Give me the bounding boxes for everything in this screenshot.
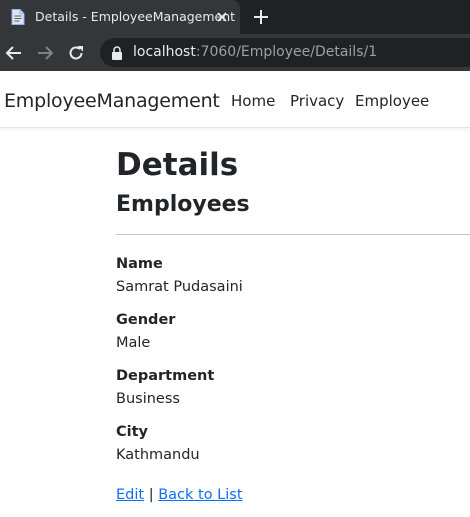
nav-link-employee[interactable]: Employee bbox=[355, 92, 429, 110]
nav-link-home[interactable]: Home bbox=[231, 92, 275, 110]
field-label-gender: Gender bbox=[116, 312, 176, 328]
new-tab-plus-icon[interactable] bbox=[252, 8, 270, 26]
browser-tab[interactable]: Details - EmployeeManagement bbox=[0, 0, 240, 34]
brand-link[interactable]: EmployeeManagement bbox=[4, 90, 220, 112]
field-value-name: Samrat Pudasaini bbox=[116, 279, 243, 295]
forward-arrow-icon[interactable] bbox=[35, 43, 55, 63]
url-text[interactable]: localhost:7060/Employee/Details/1 bbox=[133, 44, 377, 60]
lock-icon[interactable] bbox=[111, 46, 123, 60]
reload-icon[interactable] bbox=[66, 43, 86, 63]
nav-link-privacy[interactable]: Privacy bbox=[290, 92, 344, 110]
document-icon bbox=[11, 9, 25, 25]
field-value-department: Business bbox=[116, 391, 180, 407]
browser-toolbar: localhost:7060/Employee/Details/1 bbox=[0, 34, 470, 71]
edit-link[interactable]: Edit bbox=[116, 487, 144, 503]
field-label-city: City bbox=[116, 424, 148, 440]
field-label-name: Name bbox=[116, 256, 163, 272]
browser-tab-strip: Details - EmployeeManagement bbox=[0, 0, 470, 34]
close-icon[interactable] bbox=[214, 9, 230, 25]
field-label-department: Department bbox=[116, 368, 215, 384]
action-links: Edit | Back to List bbox=[116, 487, 243, 503]
divider bbox=[116, 234, 470, 235]
page-title: Details bbox=[116, 147, 239, 183]
field-value-city: Kathmandu bbox=[116, 447, 200, 463]
page-subtitle: Employees bbox=[116, 192, 250, 217]
address-bar[interactable]: localhost:7060/Employee/Details/1 bbox=[100, 38, 470, 67]
link-separator: | bbox=[148, 487, 154, 503]
site-navbar: EmployeeManagement Home Privacy Employee bbox=[0, 71, 470, 128]
tab-title: Details - EmployeeManagement bbox=[35, 9, 236, 24]
back-arrow-icon[interactable] bbox=[4, 43, 24, 63]
field-value-gender: Male bbox=[116, 335, 151, 351]
back-to-list-link[interactable]: Back to List bbox=[158, 487, 242, 503]
